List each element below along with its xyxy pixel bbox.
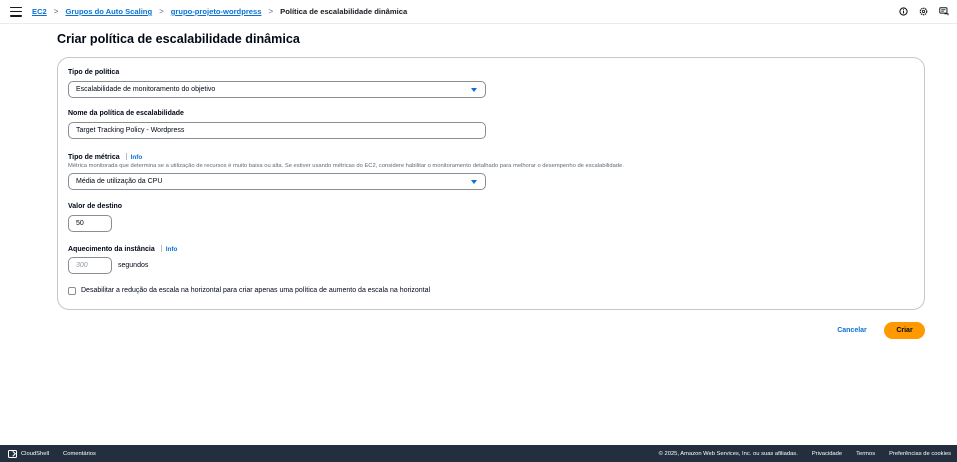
instance-warmup-placeholder: 300 bbox=[76, 262, 88, 269]
instance-warmup-info-link[interactable]: Info bbox=[166, 246, 178, 253]
target-value-label: Valor de destino bbox=[68, 203, 123, 210]
terms-link[interactable]: Termos bbox=[856, 451, 875, 457]
metric-type-value: Média de utilização da CPU bbox=[76, 178, 163, 185]
info-divider bbox=[160, 245, 162, 252]
breadcrumb-separator: > bbox=[159, 7, 164, 16]
instance-warmup-label: Aquecimento da instância Info bbox=[68, 245, 177, 253]
notifications-icon[interactable] bbox=[939, 7, 949, 16]
metric-type-info-link[interactable]: Info bbox=[131, 154, 143, 161]
metric-type-description: Métrica monitorada que determina se a ut… bbox=[68, 163, 624, 169]
privacy-link[interactable]: Privacidade bbox=[812, 451, 842, 457]
cloudshell-link[interactable]: CloudShell bbox=[21, 451, 49, 457]
settings-gear-icon[interactable] bbox=[919, 7, 928, 16]
cancel-button[interactable]: Cancelar bbox=[830, 322, 874, 339]
copyright-text: © 2025, Amazon Web Services, Inc. ou sua… bbox=[658, 450, 798, 457]
policy-name-label: Nome da política de escalabilidade bbox=[68, 110, 184, 117]
page-title: Criar política de escalabilidade dinâmic… bbox=[57, 32, 300, 46]
breadcrumb: EC2 > Grupos do Auto Scaling > grupo-pro… bbox=[32, 7, 407, 16]
cookie-preferences-link[interactable]: Preferências de cookies bbox=[889, 451, 951, 457]
target-value-value: 50 bbox=[76, 220, 84, 227]
policy-name-input[interactable]: Target Tracking Policy - Wordpress bbox=[68, 122, 486, 139]
instance-warmup-label-text: Aquecimento da instância bbox=[68, 246, 155, 253]
metric-type-label-text: Tipo de métrica bbox=[68, 154, 120, 161]
caret-down-icon bbox=[471, 180, 477, 184]
footer-right-group: © 2025, Amazon Web Services, Inc. ou sua… bbox=[659, 451, 951, 457]
disable-scale-in-label[interactable]: Desabilitar a redução da escala na horiz… bbox=[81, 287, 430, 294]
menu-icon[interactable] bbox=[10, 6, 22, 17]
info-circle-icon[interactable] bbox=[899, 7, 908, 16]
breadcrumb-ec2[interactable]: EC2 bbox=[32, 7, 47, 16]
feedback-link[interactable]: Comentários bbox=[63, 451, 96, 457]
info-divider bbox=[125, 153, 127, 160]
breadcrumb-auto-scaling-groups[interactable]: Grupos do Auto Scaling bbox=[65, 7, 152, 16]
policy-type-label: Tipo de política bbox=[68, 69, 120, 76]
breadcrumb-current-page: Política de escalabilidade dinâmica bbox=[280, 7, 408, 16]
instance-warmup-unit: segundos bbox=[118, 262, 149, 269]
disable-scale-in-checkbox[interactable] bbox=[68, 287, 76, 295]
breadcrumb-group-name[interactable]: grupo-projeto-wordpress bbox=[171, 7, 262, 16]
cloudshell-icon[interactable] bbox=[8, 449, 17, 458]
caret-down-icon bbox=[471, 88, 477, 92]
metric-type-select[interactable]: Média de utilização da CPU bbox=[68, 173, 486, 190]
footer-bar: CloudShell Comentários © 2025, Amazon We… bbox=[0, 445, 957, 462]
create-button[interactable]: Criar bbox=[884, 322, 925, 339]
breadcrumb-separator: > bbox=[268, 7, 274, 16]
header-icon-group bbox=[899, 7, 949, 16]
policy-type-value: Escalabilidade de monitoramento do objet… bbox=[76, 86, 216, 93]
policy-name-value: Target Tracking Policy - Wordpress bbox=[76, 127, 185, 134]
top-navigation-bar: EC2 > Grupos do Auto Scaling > grupo-pro… bbox=[0, 0, 957, 24]
metric-type-label: Tipo de métrica Info bbox=[68, 153, 142, 161]
policy-type-select[interactable]: Escalabilidade de monitoramento do objet… bbox=[68, 81, 486, 98]
instance-warmup-input[interactable]: 300 bbox=[68, 257, 112, 274]
target-value-input[interactable]: 50 bbox=[68, 215, 112, 232]
breadcrumb-separator: > bbox=[53, 7, 59, 16]
